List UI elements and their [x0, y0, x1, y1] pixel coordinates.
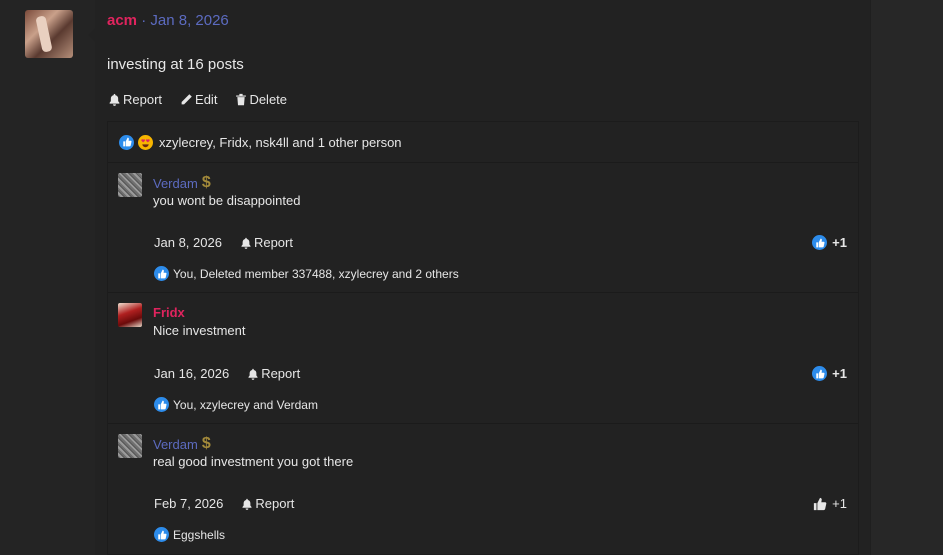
- comment-author-name[interactable]: Verdam: [153, 176, 198, 191]
- delete-button[interactable]: Delete: [235, 92, 287, 107]
- comment-meta: Jan 16, 2026 Report: [154, 366, 300, 381]
- comment-item: Verdam $ real good investment you got th…: [108, 424, 858, 555]
- edit-button[interactable]: Edit: [180, 92, 217, 107]
- comment-author-name[interactable]: Verdam: [153, 437, 198, 452]
- comment-author: Verdam $: [153, 436, 211, 452]
- bell-icon: [241, 498, 253, 510]
- post-reactions-summary: xzylecrey, Fridx, nsk4ll and 1 other per…: [159, 134, 402, 150]
- love-eyes-icon: [138, 134, 153, 150]
- edit-label: Edit: [195, 92, 218, 107]
- bell-icon: [108, 93, 121, 106]
- trash-icon: [235, 93, 247, 106]
- comments-section: xzylecrey, Fridx, nsk4ll and 1 other per…: [107, 121, 859, 555]
- comment-date[interactable]: Jan 16, 2026: [154, 366, 229, 381]
- like-icon: [812, 366, 828, 381]
- comment-avatar[interactable]: [118, 434, 142, 458]
- right-gutter: [870, 0, 943, 555]
- comment-report-button[interactable]: Report: [247, 366, 300, 381]
- post-reactions-bar[interactable]: xzylecrey, Fridx, nsk4ll and 1 other per…: [108, 122, 858, 163]
- post-body: investing at 16 posts: [107, 56, 244, 73]
- report-label: Report: [123, 92, 163, 107]
- comment-score[interactable]: +1: [812, 235, 847, 250]
- thumbs-up-icon: [813, 497, 827, 511]
- bell-icon: [240, 237, 252, 249]
- comment-meta: Jan 8, 2026 Report: [154, 235, 293, 250]
- comment-avatar[interactable]: [118, 303, 142, 327]
- like-icon: [154, 527, 169, 542]
- comment-reactions[interactable]: You, xzylecrey and Verdam: [154, 397, 318, 412]
- post-author[interactable]: acm: [107, 12, 137, 29]
- comment-meta: Feb 7, 2026 Report: [154, 496, 294, 511]
- report-button[interactable]: Report: [108, 92, 162, 107]
- comment-item: Verdam $ you wont be disappointed Jan 8,…: [108, 163, 858, 293]
- comment-score-value: +1: [832, 235, 847, 250]
- comment-author-name[interactable]: Fridx: [153, 305, 185, 320]
- comment-score-value: +1: [832, 496, 847, 511]
- like-icon: [154, 266, 169, 281]
- comment-reactions-text: You, Deleted member 337488, xzylecrey an…: [173, 266, 459, 281]
- comment-text: real good investment you got there: [153, 454, 354, 469]
- comment-text: Nice investment: [153, 323, 246, 338]
- comment-reactions[interactable]: Eggshells: [154, 527, 225, 542]
- comment-date[interactable]: Feb 7, 2026: [154, 496, 223, 511]
- comment-score[interactable]: +1: [812, 366, 847, 381]
- comment-report-button[interactable]: Report: [240, 235, 293, 250]
- pencil-icon: [180, 93, 193, 106]
- like-icon: [812, 235, 828, 250]
- like-icon: [119, 134, 134, 150]
- comment-text: you wont be disappointed: [153, 193, 301, 208]
- post-date[interactable]: Jan 8, 2026: [150, 12, 228, 29]
- dollar-badge-icon: $: [201, 174, 211, 191]
- comment-score[interactable]: +1: [813, 496, 847, 511]
- comment-reactions[interactable]: You, Deleted member 337488, xzylecrey an…: [154, 266, 459, 281]
- comment-author: Fridx: [153, 305, 185, 320]
- comment-avatar[interactable]: [118, 173, 142, 197]
- post-actions: Report Edit Delete: [108, 92, 287, 107]
- comment-report-label: Report: [255, 496, 295, 511]
- avatar-pointer: [88, 26, 97, 44]
- comment-report-button[interactable]: Report: [241, 496, 294, 511]
- comment-item: Fridx Nice investment Jan 16, 2026 Repor…: [108, 293, 858, 424]
- bell-icon: [247, 368, 259, 380]
- comment-report-label: Report: [261, 366, 301, 381]
- header-separator: ·: [137, 12, 151, 29]
- delete-label: Delete: [249, 92, 288, 107]
- post-header: acm · Jan 8, 2026: [107, 12, 229, 29]
- comment-report-label: Report: [253, 235, 293, 250]
- comment-score-value: +1: [832, 366, 847, 381]
- comment-author: Verdam $: [153, 175, 211, 191]
- like-icon: [154, 397, 169, 412]
- left-gutter: [0, 0, 95, 555]
- comment-date[interactable]: Jan 8, 2026: [154, 235, 222, 250]
- dollar-badge-icon: $: [201, 435, 211, 452]
- comment-reactions-text: Eggshells: [173, 527, 226, 542]
- comment-reactions-text: You, xzylecrey and Verdam: [173, 397, 318, 412]
- author-avatar[interactable]: [25, 10, 73, 58]
